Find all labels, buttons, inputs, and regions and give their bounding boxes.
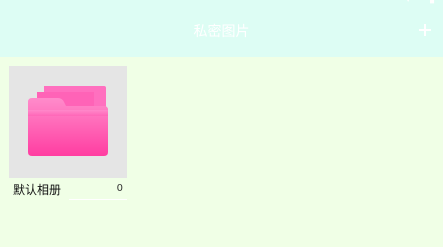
album-name: 默认相册 [13, 183, 62, 197]
folder-highlight [28, 110, 108, 116]
album-info: 默认相册 0 [9, 182, 127, 200]
folder-icon [28, 86, 108, 156]
divider [69, 199, 127, 200]
add-album-button[interactable] [413, 18, 437, 42]
album-count: 0 [116, 183, 123, 194]
album-item-default[interactable]: 默认相册 0 [9, 66, 127, 200]
album-thumbnail[interactable] [9, 66, 127, 178]
header-bar: ▾ ▮ 私密图片 [0, 0, 443, 57]
status-bar: ▾ ▮ [405, 0, 435, 5]
status-icon: ▾ [405, 0, 411, 5]
status-icon: ▮ [429, 0, 435, 5]
page-title: 私密图片 [193, 24, 250, 40]
folder-front [28, 98, 108, 156]
